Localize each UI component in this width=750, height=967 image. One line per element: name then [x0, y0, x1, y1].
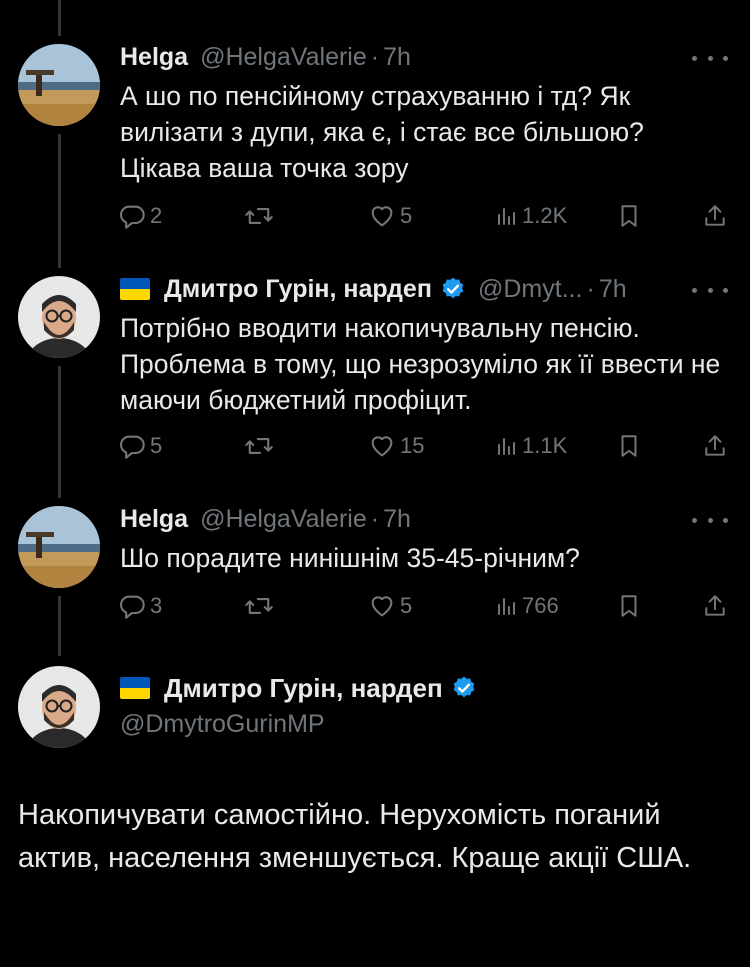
like-icon — [371, 436, 393, 457]
tweet-header: Helga @HelgaValerie · 7h — [120, 502, 411, 536]
ukraine-flag-icon — [120, 677, 150, 699]
reply-button[interactable]: 3 — [118, 590, 162, 622]
main-tweet-header: Дмитро Гурін, нардеп @DmytroGurinMP — [120, 670, 477, 739]
reply-icon — [119, 435, 145, 459]
retweet-button[interactable] — [244, 590, 278, 622]
avatar[interactable] — [18, 44, 100, 126]
reply-count: 5 — [150, 433, 163, 458]
author-name-row: Дмитро Гурін, нардеп — [120, 670, 477, 706]
share-button[interactable] — [702, 430, 728, 462]
avatar[interactable] — [18, 506, 100, 588]
tweet-actions: 3 5 766 — [118, 590, 732, 622]
timestamp[interactable]: 7h — [383, 505, 411, 534]
retweet-icon — [245, 598, 273, 614]
bookmark-icon — [621, 205, 637, 227]
views-count: 1.2K — [522, 203, 568, 228]
tweet-actions: 5 15 1.1K — [118, 430, 732, 462]
reply-tweet[interactable]: Helga @HelgaValerie · 7h А шо по пенсійн… — [0, 0, 750, 250]
share-icon — [705, 205, 725, 226]
tweet-actions: 2 5 1.2K — [118, 200, 732, 232]
separator-dot: · — [370, 42, 380, 71]
avatar[interactable] — [18, 276, 100, 358]
views-icon — [498, 208, 515, 225]
tweet-header: Helga @HelgaValerie · 7h — [120, 40, 411, 74]
retweet-icon — [245, 208, 273, 224]
separator-dot: · — [586, 274, 595, 303]
reply-button[interactable]: 2 — [118, 200, 162, 232]
views-button[interactable]: 1.2K — [494, 200, 567, 232]
retweet-button[interactable] — [244, 430, 278, 462]
retweet-icon — [245, 438, 273, 454]
more-icon[interactable] — [692, 48, 728, 68]
timestamp[interactable]: 7h — [383, 43, 411, 72]
like-icon — [371, 206, 393, 227]
author-name[interactable]: Дмитро Гурін, нардеп — [164, 275, 432, 304]
share-icon — [705, 595, 725, 616]
bookmark-button[interactable] — [616, 200, 642, 232]
views-icon — [498, 438, 515, 455]
more-icon[interactable] — [692, 510, 728, 530]
like-button[interactable]: 5 — [368, 200, 412, 232]
like-button[interactable]: 15 — [368, 430, 424, 462]
author-name[interactable]: Дмитро Гурін, нардеп — [164, 673, 443, 704]
reply-button[interactable]: 5 — [118, 430, 162, 462]
separator-dot: · — [370, 504, 380, 533]
views-count: 766 — [522, 593, 559, 618]
more-icon[interactable] — [692, 280, 728, 300]
author-name[interactable]: Helga — [120, 43, 188, 72]
tweet-text: Шо порадите нинішнім 35-45-річним? — [120, 543, 580, 573]
author-handle[interactable]: @HelgaValerie — [200, 505, 367, 534]
bookmark-button[interactable] — [616, 430, 642, 462]
tweet-text: Потрібно вводити накопичувальну пенсію. … — [120, 313, 721, 415]
like-button[interactable]: 5 — [368, 590, 412, 622]
author-handle[interactable]: @DmytroGurinMP — [120, 710, 477, 739]
views-button[interactable]: 766 — [494, 590, 559, 622]
like-count: 5 — [400, 203, 413, 228]
like-count: 15 — [400, 433, 425, 458]
verified-icon — [442, 277, 464, 299]
bookmark-button[interactable] — [616, 590, 642, 622]
avatar[interactable] — [18, 666, 100, 748]
like-icon — [371, 596, 393, 617]
author-name[interactable]: Helga — [120, 505, 188, 534]
tweet-header: Дмитро Гурін, нардеп @Dmyt... · 7h — [120, 272, 627, 306]
reply-tweet[interactable]: Дмитро Гурін, нардеп @Dmyt... · 7h Потрі… — [0, 250, 750, 490]
reply-count: 3 — [150, 593, 163, 618]
reply-icon — [119, 595, 145, 619]
share-button[interactable] — [702, 200, 728, 232]
retweet-button[interactable] — [244, 200, 278, 232]
share-button[interactable] — [702, 590, 728, 622]
views-icon — [498, 598, 515, 615]
views-count: 1.1K — [522, 433, 568, 458]
views-button[interactable]: 1.1K — [494, 430, 567, 462]
author-handle[interactable]: @HelgaValerie — [200, 43, 367, 72]
bookmark-icon — [621, 595, 637, 617]
author-handle[interactable]: @Dmyt... — [478, 275, 583, 304]
tweet-text: А шо по пенсійному страхуванню і тд? Як … — [120, 81, 644, 183]
ukraine-flag-icon — [120, 278, 150, 300]
reply-count: 2 — [150, 203, 163, 228]
verified-icon — [453, 676, 474, 698]
main-tweet-text: Накопичувати самостійно. Нерухомість пог… — [18, 799, 692, 874]
main-tweet[interactable]: Дмитро Гурін, нардеп @DmytroGurinMP Нако… — [0, 650, 750, 967]
reply-tweet[interactable]: Helga @HelgaValerie · 7h Шо порадите нин… — [0, 490, 750, 650]
timestamp[interactable]: 7h — [599, 275, 627, 304]
bookmark-icon — [621, 435, 637, 457]
share-icon — [705, 435, 725, 456]
reply-icon — [119, 205, 145, 229]
like-count: 5 — [400, 593, 413, 618]
